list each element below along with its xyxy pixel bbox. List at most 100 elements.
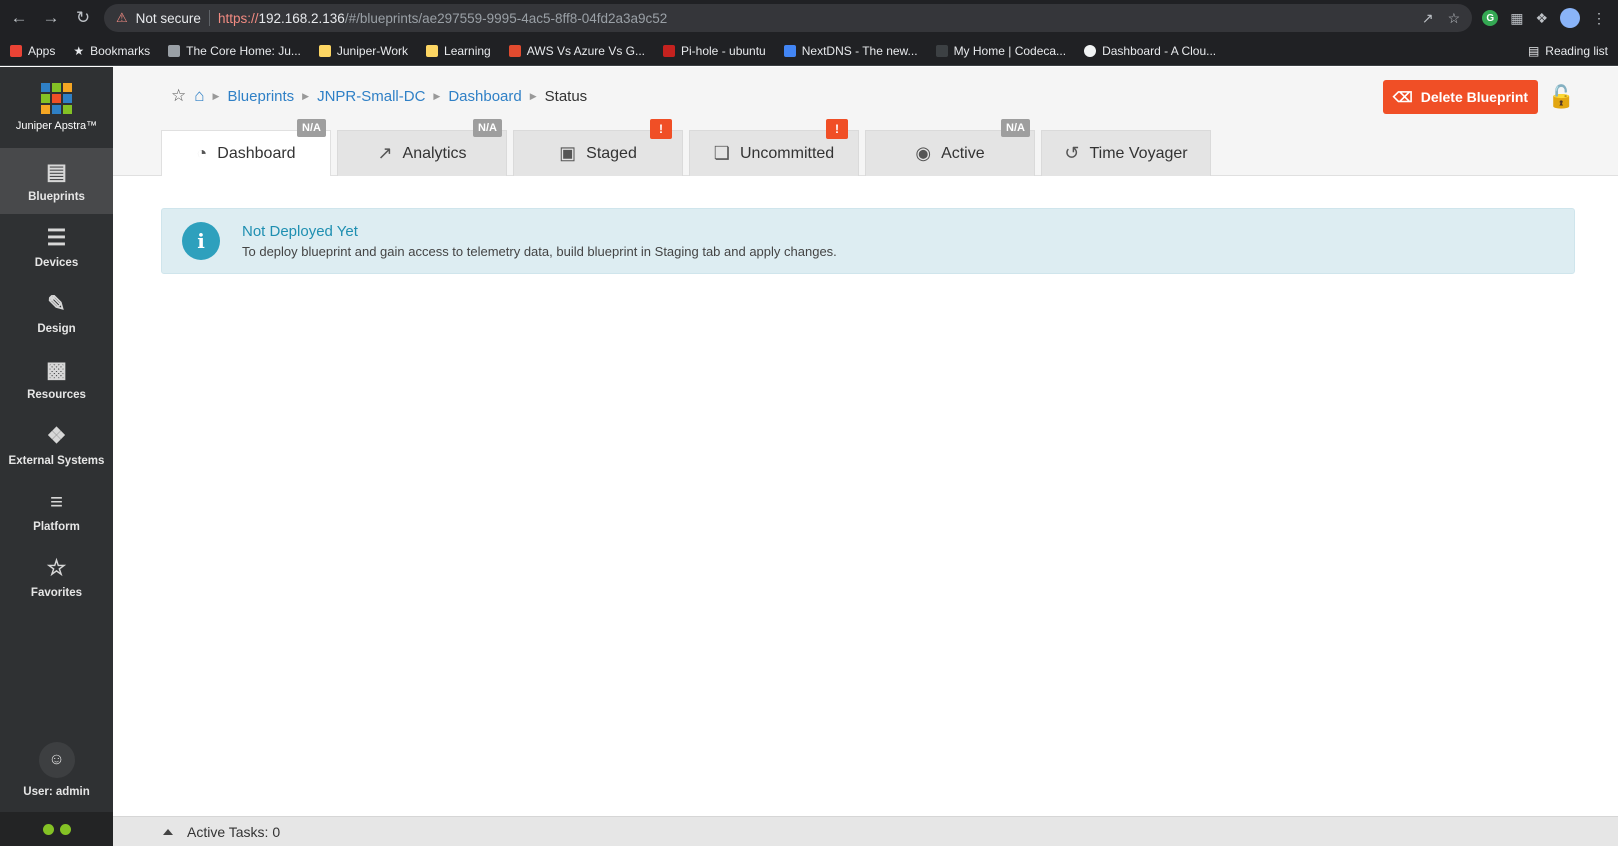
sidebar-item-label: Favorites bbox=[30, 587, 83, 599]
reading-list-button[interactable]: ▤ Reading list bbox=[1528, 44, 1608, 58]
user-icon: ☺ bbox=[38, 742, 75, 778]
resources-icon: ▩ bbox=[46, 357, 67, 382]
grammarly-extension-icon[interactable]: G bbox=[1482, 10, 1499, 26]
info-icon: i bbox=[182, 222, 220, 260]
apstra-app: Juniper Apstra™ ▤ Blueprints ☰ Devices ✎… bbox=[0, 67, 1618, 846]
browser-toolbar: ← → ↻ ⚠ Not secure https://192.168.2.136… bbox=[0, 0, 1618, 36]
tab-analytics[interactable]: ↗ Analytics N/A bbox=[337, 119, 507, 176]
system-status bbox=[0, 812, 113, 846]
logo[interactable]: Juniper Apstra™ bbox=[0, 67, 113, 148]
site-favicon-icon bbox=[168, 44, 181, 57]
tab-time-voyager[interactable]: ↺ Time Voyager bbox=[1041, 130, 1211, 176]
share-icon[interactable]: ↗ bbox=[1422, 10, 1434, 27]
tab-label: Active bbox=[941, 144, 985, 162]
uncommitted-cubes-icon: ❏ bbox=[713, 143, 730, 163]
devices-icon: ☰ bbox=[46, 225, 67, 250]
tab-uncommitted[interactable]: ❏ Uncommitted ! bbox=[689, 119, 859, 176]
back-icon[interactable]: ← bbox=[8, 7, 30, 29]
bookmark-label: Learning bbox=[444, 43, 491, 58]
favorite-star-icon[interactable]: ☆ bbox=[171, 86, 186, 106]
dashboard-gauge-icon: ◔ bbox=[196, 143, 208, 163]
tab-dashboard[interactable]: ◔ Dashboard N/A bbox=[161, 119, 331, 176]
user-menu[interactable]: ☺ User: admin bbox=[0, 742, 113, 798]
blueprint-header: ☆ ⌂ ▶ Blueprints ▶ JNPR-Small-DC ▶ Dashb… bbox=[113, 67, 1618, 176]
logo-text: Juniper Apstra™ bbox=[15, 120, 98, 132]
bookmark-label: Dashboard - A Clou... bbox=[1102, 43, 1217, 58]
profile-avatar-icon[interactable] bbox=[1560, 8, 1580, 28]
bookmark-item[interactable]: ★ Bookmarks bbox=[73, 44, 150, 58]
site-favicon-icon bbox=[508, 44, 521, 57]
reload-icon[interactable]: ↻ bbox=[72, 7, 94, 29]
bookmark-item[interactable]: Apps bbox=[10, 44, 55, 58]
breadcrumb-separator-icon: ▶ bbox=[433, 90, 441, 101]
sidebar-item-resources[interactable]: ▩ Resources bbox=[0, 346, 113, 412]
forward-icon[interactable]: → bbox=[40, 7, 62, 29]
breadcrumb-blueprint-name[interactable]: JNPR-Small-DC bbox=[317, 88, 425, 105]
breadcrumb-dashboard[interactable]: Dashboard bbox=[448, 88, 521, 105]
blueprints-icon: ▤ bbox=[46, 159, 67, 184]
active-tasks-bar[interactable]: Active Tasks: 0 bbox=[113, 816, 1618, 846]
site-favicon-icon bbox=[935, 44, 948, 57]
tab-label: Staged bbox=[586, 144, 637, 162]
active-node-icon: ◉ bbox=[915, 143, 932, 163]
sidebar-item-label: External Systems bbox=[8, 455, 105, 467]
sidebar-item-label: Design bbox=[37, 323, 76, 335]
folder-icon bbox=[426, 44, 439, 57]
status-dot bbox=[59, 823, 71, 835]
favorites-icon: ☆ bbox=[46, 555, 67, 580]
sidebar: Juniper Apstra™ ▤ Blueprints ☰ Devices ✎… bbox=[0, 67, 113, 846]
unlock-icon[interactable]: 🔓 bbox=[1548, 84, 1575, 110]
sidebar-item-favorites[interactable]: ☆ Favorites bbox=[0, 544, 113, 610]
na-badge: N/A bbox=[297, 119, 326, 137]
tab-label: Dashboard bbox=[217, 144, 296, 162]
sidebar-item-blueprints[interactable]: ▤ Blueprints bbox=[0, 148, 113, 214]
tab-label: Time Voyager bbox=[1089, 144, 1188, 162]
sidebar-item-design[interactable]: ✎ Design bbox=[0, 280, 113, 346]
home-icon[interactable]: ⌂ bbox=[194, 86, 204, 106]
url-text: https://192.168.2.136/#/blueprints/ae297… bbox=[218, 11, 667, 26]
breadcrumb-separator-icon: ▶ bbox=[302, 90, 310, 101]
sidebar-item-external-systems[interactable]: ❖ External Systems bbox=[0, 412, 113, 478]
bookmark-label: Apps bbox=[28, 43, 56, 58]
extension-icon[interactable]: ▦ bbox=[1510, 10, 1523, 27]
sidebar-item-label: Blueprints bbox=[28, 191, 85, 203]
bookmark-item[interactable]: Juniper-Work bbox=[318, 44, 408, 58]
na-badge: N/A bbox=[473, 119, 502, 137]
bookmark-item[interactable]: Pi-hole - ubuntu bbox=[663, 44, 766, 58]
alert-body: Not Deployed Yet To deploy blueprint and… bbox=[242, 223, 837, 259]
sidebar-item-platform[interactable]: ≡ Platform bbox=[0, 478, 113, 544]
pihole-icon bbox=[663, 44, 675, 57]
breadcrumb-blueprints[interactable]: Blueprints bbox=[227, 88, 294, 105]
url-path: /#/blueprints/ae297559-9995-4ac5-8ff8-04… bbox=[344, 10, 668, 26]
warning-icon: ⚠ bbox=[116, 10, 128, 25]
dashboard-content: i Not Deployed Yet To deploy blueprint a… bbox=[113, 176, 1618, 816]
bookmark-item[interactable]: Dashboard - A Clou... bbox=[1084, 44, 1216, 58]
bookmark-item[interactable]: The Core Home: Ju... bbox=[168, 44, 301, 58]
apstra-logo-icon bbox=[41, 83, 72, 114]
breadcrumb-separator-icon: ▶ bbox=[529, 90, 537, 101]
reading-list-icon: ▤ bbox=[1527, 43, 1540, 58]
tab-staged[interactable]: ▣ Staged ! bbox=[513, 119, 683, 176]
address-bar[interactable]: ⚠ Not secure https://192.168.2.136/#/blu… bbox=[104, 4, 1473, 32]
breadcrumb-separator-icon: ▶ bbox=[212, 90, 220, 101]
tab-active[interactable]: ◉ Active N/A bbox=[865, 119, 1035, 176]
bookmark-label: Pi-hole - ubuntu bbox=[681, 43, 766, 58]
cloud-icon bbox=[1084, 44, 1097, 57]
analytics-chart-icon: ↗ bbox=[377, 143, 393, 163]
menu-kebab-icon[interactable]: ⋮ bbox=[1592, 10, 1606, 27]
bookmarks-bar: Apps ★ Bookmarks The Core Home: Ju... Jun… bbox=[0, 36, 1618, 66]
bookmark-item[interactable]: My Home | Codeca... bbox=[935, 44, 1066, 58]
bookmark-label: The Core Home: Ju... bbox=[186, 43, 301, 58]
external-systems-icon: ❖ bbox=[46, 423, 67, 448]
bookmark-star-icon[interactable]: ☆ bbox=[1448, 10, 1461, 27]
delete-blueprint-button[interactable]: ⌫ Delete Blueprint bbox=[1383, 80, 1538, 114]
user-label: User: admin bbox=[23, 786, 90, 798]
warning-badge: ! bbox=[650, 119, 672, 139]
puzzle-extensions-icon[interactable]: ❖ bbox=[1535, 10, 1548, 27]
bookmark-item[interactable]: NextDNS - The new... bbox=[783, 44, 918, 58]
bookmark-item[interactable]: AWS Vs Azure Vs G... bbox=[508, 44, 645, 58]
sidebar-item-devices[interactable]: ☰ Devices bbox=[0, 214, 113, 280]
not-deployed-alert: i Not Deployed Yet To deploy blueprint a… bbox=[161, 208, 1575, 274]
bookmark-item[interactable]: Learning bbox=[426, 44, 491, 58]
sidebar-item-label: Devices bbox=[34, 257, 79, 269]
